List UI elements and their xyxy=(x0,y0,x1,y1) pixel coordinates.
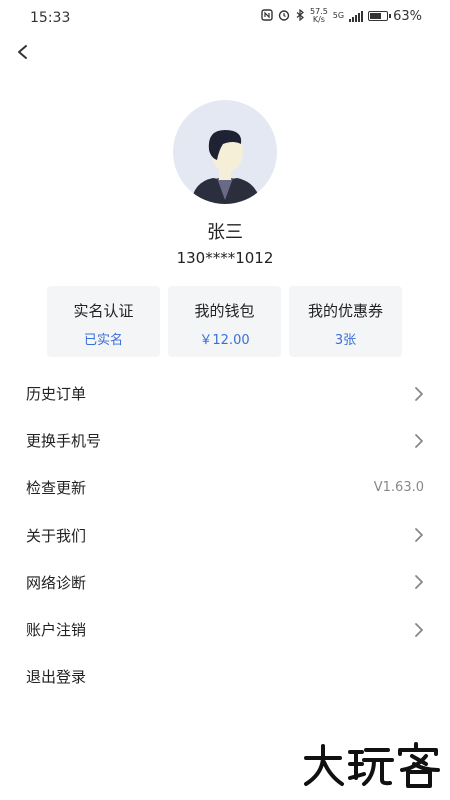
card-wallet[interactable]: 我的钱包 ￥12.00 xyxy=(168,286,281,357)
user-avatar-icon xyxy=(191,130,261,204)
chevron-right-icon xyxy=(415,575,423,590)
bluetooth-icon xyxy=(295,8,305,24)
user-phone: 130****1012 xyxy=(176,249,274,267)
settings-menu: 历史订单 更换手机号 检查更新 V1.63.0 关于我们 网络诊断 账户注销 退… xyxy=(0,370,450,700)
card-title: 我的钱包 xyxy=(194,302,255,320)
menu-item-check-update[interactable]: 检查更新 V1.63.0 xyxy=(0,464,450,511)
nfc-icon xyxy=(261,8,273,24)
avatar[interactable] xyxy=(173,100,277,204)
card-value: 已实名 xyxy=(83,333,123,348)
menu-item-order-history[interactable]: 历史订单 xyxy=(0,370,450,417)
network-type: 5G xyxy=(332,11,345,20)
menu-item-network-diagnosis[interactable]: 网络诊断 xyxy=(0,559,450,606)
alarm-icon xyxy=(278,9,290,24)
summary-cards: 实名认证 已实名 我的钱包 ￥12.00 我的优惠券 3张 xyxy=(47,286,402,357)
chevron-right-icon xyxy=(415,433,423,448)
menu-item-label: 检查更新 xyxy=(26,479,87,498)
card-title: 实名认证 xyxy=(73,302,134,320)
menu-item-label: 账户注销 xyxy=(26,621,87,640)
card-title: 我的优惠券 xyxy=(307,302,383,320)
menu-item-label: 更换手机号 xyxy=(26,432,102,451)
chevron-right-icon xyxy=(415,528,423,543)
menu-item-about-us[interactable]: 关于我们 xyxy=(0,512,450,559)
menu-item-logout[interactable]: 退出登录 xyxy=(0,653,450,700)
signal-icon xyxy=(349,10,364,22)
status-time: 15:33 xyxy=(30,10,71,26)
status-icons: 57.5 K/s 5G 63% xyxy=(261,8,422,24)
battery-icon xyxy=(368,11,392,21)
card-value: ￥12.00 xyxy=(199,333,250,348)
menu-item-label: 网络诊断 xyxy=(26,573,87,592)
user-name: 张三 xyxy=(207,222,243,243)
battery-fill xyxy=(370,13,382,19)
card-value: 3张 xyxy=(334,333,357,348)
back-button[interactable] xyxy=(12,40,32,64)
watermark-logo xyxy=(300,740,445,790)
card-real-name[interactable]: 实名认证 已实名 xyxy=(47,286,160,357)
battery-percent: 63% xyxy=(393,8,422,24)
chevron-left-icon xyxy=(18,45,27,59)
status-bar: 15:33 57.5 K/s 5G 63% xyxy=(0,0,450,38)
chevron-right-icon xyxy=(415,622,423,637)
card-coupons[interactable]: 我的优惠券 3张 xyxy=(289,286,402,357)
menu-item-label: 历史订单 xyxy=(26,385,87,404)
menu-item-label: 关于我们 xyxy=(26,526,87,545)
chevron-right-icon xyxy=(415,386,423,401)
version-value: V1.63.0 xyxy=(373,480,424,496)
menu-item-label: 退出登录 xyxy=(26,668,87,687)
menu-item-delete-account[interactable]: 账户注销 xyxy=(0,606,450,653)
watermark-logo-icon xyxy=(304,742,440,788)
menu-item-change-phone[interactable]: 更换手机号 xyxy=(0,417,450,464)
network-speed: 57.5 K/s xyxy=(309,7,328,24)
